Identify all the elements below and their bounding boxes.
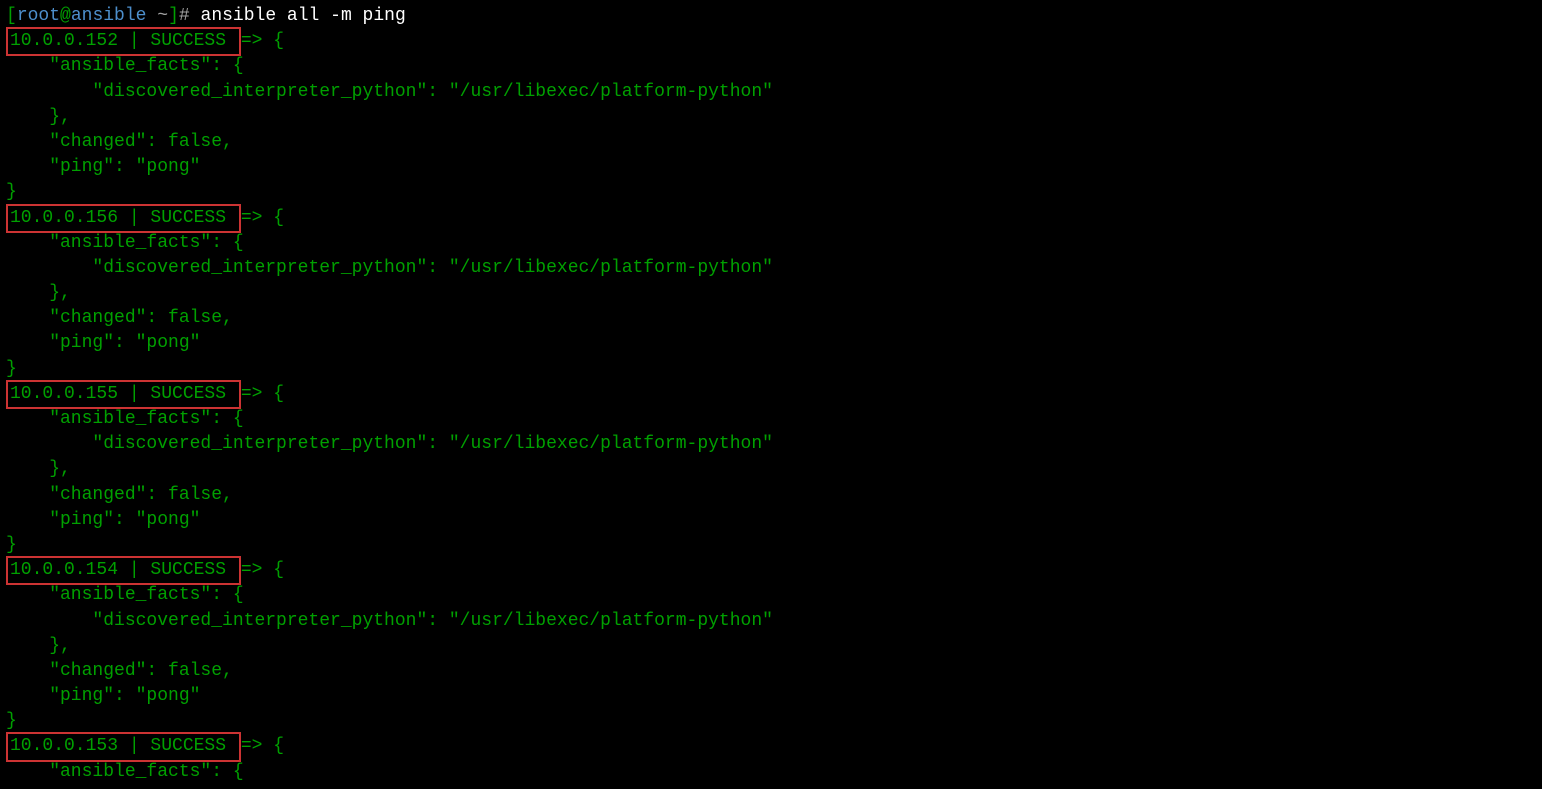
json-line: "ansible_facts": {	[6, 407, 1536, 432]
json-line: "discovered_interpreter_python": "/usr/l…	[6, 432, 1536, 457]
command-prompt-line: [root@ansible ~]# ansible all -m ping	[6, 4, 1536, 29]
json-line: "discovered_interpreter_python": "/usr/l…	[6, 80, 1536, 105]
host-success-highlight: 10.0.0.152 | SUCCESS	[6, 27, 241, 56]
prompt-host: ansible	[71, 6, 147, 26]
json-line: "discovered_interpreter_python": "/usr/l…	[6, 609, 1536, 634]
json-line: "changed": false,	[6, 306, 1536, 331]
arrow-brace: => {	[241, 736, 284, 756]
command-text: ansible all -m ping	[201, 6, 406, 26]
json-line: },	[6, 281, 1536, 306]
json-line: },	[6, 105, 1536, 130]
json-line: "discovered_interpreter_python": "/usr/l…	[6, 256, 1536, 281]
result-block-0: 10.0.0.152 | SUCCESS => { "ansible_facts…	[6, 29, 1536, 205]
arrow-brace: => {	[241, 560, 284, 580]
json-line: "changed": false,	[6, 659, 1536, 684]
prompt-bracket-open: [	[6, 6, 17, 26]
host-success-highlight: 10.0.0.155 | SUCCESS	[6, 380, 241, 409]
result-block-3: 10.0.0.154 | SUCCESS => { "ansible_facts…	[6, 558, 1536, 734]
result-header-line: 10.0.0.156 | SUCCESS => {	[6, 206, 1536, 231]
result-header-line: 10.0.0.154 | SUCCESS => {	[6, 558, 1536, 583]
prompt-user: root	[17, 6, 60, 26]
host-success-highlight: 10.0.0.153 | SUCCESS	[6, 732, 241, 761]
terminal-output: [root@ansible ~]# ansible all -m ping 10…	[6, 4, 1536, 785]
result-header-line: 10.0.0.152 | SUCCESS => {	[6, 29, 1536, 54]
prompt-tilde: ~	[157, 6, 168, 26]
arrow-brace: => {	[241, 31, 284, 51]
result-block-1: 10.0.0.156 | SUCCESS => { "ansible_facts…	[6, 206, 1536, 382]
host-success-highlight: 10.0.0.156 | SUCCESS	[6, 204, 241, 233]
host-status-text: 10.0.0.155 | SUCCESS	[10, 384, 237, 404]
json-line: },	[6, 634, 1536, 659]
prompt-space	[146, 6, 157, 26]
json-line: "ansible_facts": {	[6, 54, 1536, 79]
result-block-2: 10.0.0.155 | SUCCESS => { "ansible_facts…	[6, 382, 1536, 558]
json-line: }	[6, 180, 1536, 205]
json-line: "changed": false,	[6, 130, 1536, 155]
json-line: }	[6, 709, 1536, 734]
json-line: "ping": "pong"	[6, 331, 1536, 356]
host-success-highlight: 10.0.0.154 | SUCCESS	[6, 556, 241, 585]
json-line: },	[6, 457, 1536, 482]
result-block-4: 10.0.0.153 | SUCCESS => { "ansible_facts…	[6, 734, 1536, 784]
json-line: "ansible_facts": {	[6, 583, 1536, 608]
arrow-brace: => {	[241, 384, 284, 404]
host-status-text: 10.0.0.152 | SUCCESS	[10, 31, 237, 51]
prompt-bracket-close: ]	[168, 6, 179, 26]
json-line: "ansible_facts": {	[6, 231, 1536, 256]
json-line: "ansible_facts": {	[6, 760, 1536, 785]
json-line: }	[6, 533, 1536, 558]
host-status-text: 10.0.0.156 | SUCCESS	[10, 208, 237, 228]
json-line: "ping": "pong"	[6, 155, 1536, 180]
prompt-at: @	[60, 6, 71, 26]
host-status-text: 10.0.0.154 | SUCCESS	[10, 560, 237, 580]
json-line: "ping": "pong"	[6, 684, 1536, 709]
prompt-hash: #	[179, 6, 201, 26]
result-header-line: 10.0.0.155 | SUCCESS => {	[6, 382, 1536, 407]
json-line: "ping": "pong"	[6, 508, 1536, 533]
result-header-line: 10.0.0.153 | SUCCESS => {	[6, 734, 1536, 759]
arrow-brace: => {	[241, 208, 284, 228]
json-line: }	[6, 357, 1536, 382]
host-status-text: 10.0.0.153 | SUCCESS	[10, 736, 237, 756]
json-line: "changed": false,	[6, 483, 1536, 508]
